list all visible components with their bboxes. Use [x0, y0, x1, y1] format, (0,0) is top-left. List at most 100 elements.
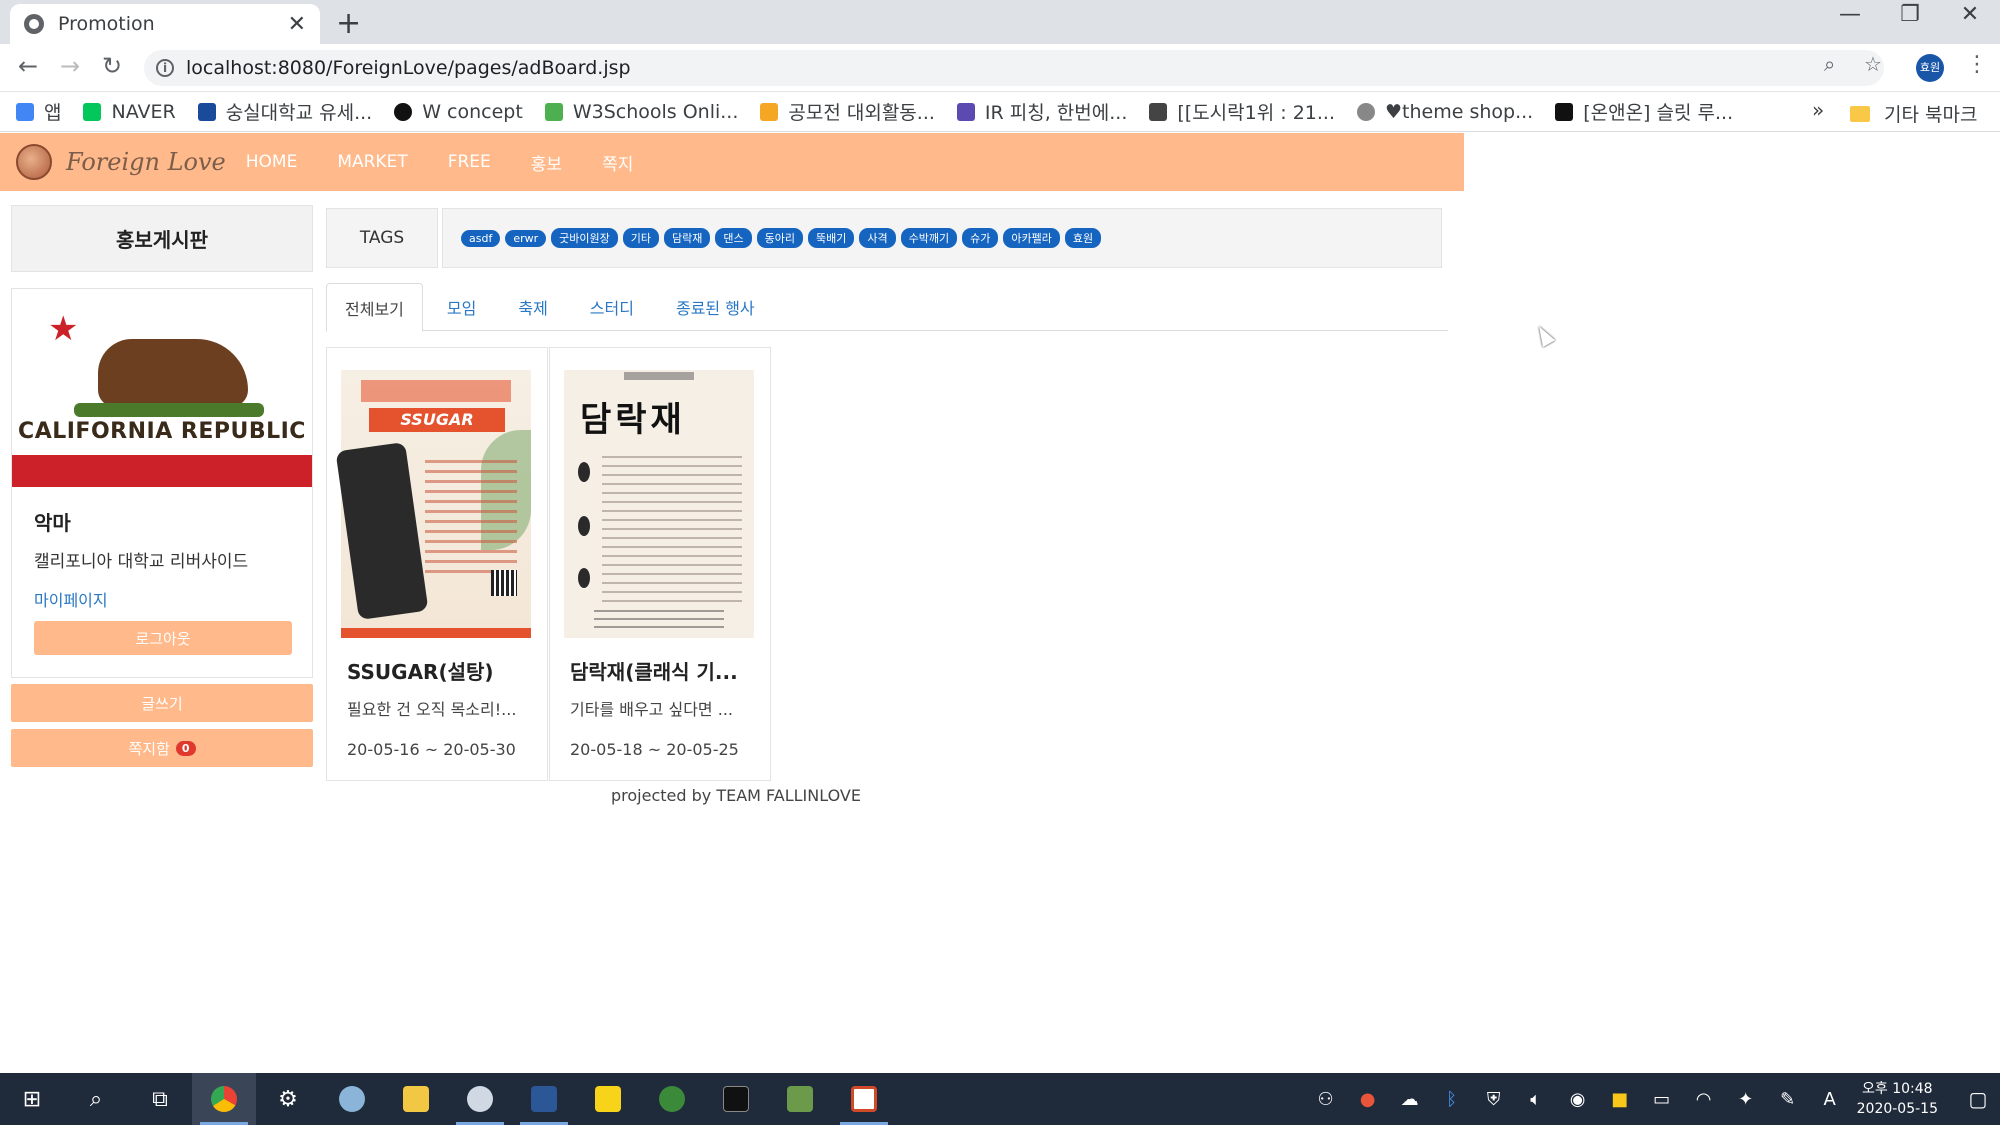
- system-tray: ⚇ ● ☁ ᛒ ⛨ 🔈︎ ◉ ■ ▭ ◠ ✦ ✎ A 오후 10:48 2020…: [1305, 1073, 2000, 1125]
- disc-app-icon: [467, 1086, 493, 1112]
- taskbar-powerpoint[interactable]: [832, 1073, 896, 1125]
- task-view-button[interactable]: ⧉: [128, 1073, 192, 1125]
- taskbar-word[interactable]: [512, 1073, 576, 1125]
- record-icon[interactable]: ●: [1347, 1089, 1389, 1110]
- battery-icon[interactable]: ▭: [1641, 1089, 1683, 1110]
- write-button[interactable]: 글쓰기: [11, 684, 313, 722]
- bookmark-onandon[interactable]: [온앤온] 슬릿 루...: [1555, 98, 1733, 125]
- post-card[interactable]: 담락재 담락재(클래식 기... 기타를 배우고 싶다면 ... 20-05-1…: [549, 347, 771, 781]
- taskbar-settings[interactable]: ⚙: [256, 1073, 320, 1125]
- folder-icon: [1850, 105, 1870, 122]
- taskbar-explorer[interactable]: [384, 1073, 448, 1125]
- bookmark-apps[interactable]: 앱: [16, 98, 61, 125]
- tag-item[interactable]: 담락재: [664, 228, 711, 248]
- post-card[interactable]: SSUGAR SSUGAR(설탕) 필요한 건 오직 목소리!... 20-05…: [326, 347, 548, 781]
- chat-icon[interactable]: ■: [1599, 1089, 1641, 1110]
- bookmark-theme-shop[interactable]: ♥theme shop...: [1357, 101, 1533, 123]
- notification-icon[interactable]: ▢: [1956, 1087, 2000, 1111]
- start-button[interactable]: ⊞: [0, 1073, 64, 1125]
- bluetooth-icon[interactable]: ᛒ: [1431, 1089, 1473, 1110]
- bookmark-contest[interactable]: 공모전 대외활동...: [760, 98, 935, 125]
- back-icon[interactable]: ←: [12, 52, 44, 80]
- browser-tab-bar: Promotion ✕ + — ❐ ✕: [0, 0, 2000, 44]
- taskbar-app-bird[interactable]: [320, 1073, 384, 1125]
- tag-item[interactable]: 동아리: [756, 228, 803, 248]
- new-tab-icon[interactable]: +: [336, 6, 361, 41]
- tab-all[interactable]: 전체보기: [326, 283, 423, 332]
- nav-messages[interactable]: 쪽지: [602, 150, 633, 175]
- tag-item[interactable]: 효원: [1064, 228, 1102, 248]
- tab-meeting[interactable]: 모임: [429, 283, 494, 331]
- bookmark-dosirak[interactable]: [[도시락1위 : 21...: [1149, 98, 1335, 125]
- tag-item[interactable]: asdf: [461, 229, 501, 247]
- post-poster[interactable]: 담락재: [564, 370, 754, 638]
- tag-item[interactable]: 댄스: [715, 228, 752, 248]
- ime-indicator[interactable]: A: [1809, 1089, 1851, 1110]
- forward-icon[interactable]: →: [54, 52, 86, 80]
- close-tab-icon[interactable]: ✕: [288, 12, 306, 37]
- mypage-link[interactable]: 마이페이지: [34, 587, 108, 611]
- info-tray-icon[interactable]: ◉: [1557, 1089, 1599, 1110]
- network-app-icon[interactable]: ✦: [1725, 1089, 1767, 1110]
- globe-logo-icon[interactable]: [16, 144, 52, 180]
- nav-free[interactable]: FREE: [448, 152, 491, 172]
- shield-icon[interactable]: ⛨: [1473, 1089, 1515, 1110]
- nav-promotion[interactable]: 홍보: [531, 150, 562, 175]
- bookmark-w3schools[interactable]: W3Schools Onli...: [544, 101, 738, 123]
- tag-item[interactable]: 아카펠라: [1003, 228, 1060, 248]
- bookmark-ssu[interactable]: 숭실대학교 유세...: [197, 98, 373, 125]
- logout-button[interactable]: 로그아웃: [34, 621, 292, 655]
- tag-item[interactable]: 기타: [622, 228, 659, 248]
- system-clock[interactable]: 오후 10:48 2020-05-15: [1857, 1079, 1938, 1119]
- zoom-icon[interactable]: ⌕: [1824, 52, 1835, 76]
- tag-item[interactable]: 굿바이원장: [551, 228, 618, 248]
- taskbar-sticky-notes[interactable]: [576, 1073, 640, 1125]
- message-box-button[interactable]: 쪽지함 0: [11, 729, 313, 767]
- reload-icon[interactable]: ↻: [96, 52, 128, 80]
- taskbar-image-app[interactable]: [768, 1073, 832, 1125]
- taskbar-app-disc[interactable]: [448, 1073, 512, 1125]
- tag-item[interactable]: erwr: [505, 229, 547, 247]
- tag-item[interactable]: 수박깨기: [900, 228, 958, 248]
- tag-item[interactable]: 뚝배기: [808, 228, 855, 248]
- tag-item[interactable]: 슈가: [962, 228, 999, 248]
- wifi-icon[interactable]: ◠: [1683, 1089, 1725, 1110]
- tag-item[interactable]: 사격: [859, 228, 896, 248]
- bookmark-wconcept[interactable]: W concept: [394, 101, 523, 123]
- browser-tab[interactable]: Promotion ✕: [10, 4, 320, 44]
- tab-festival[interactable]: 축제: [500, 283, 565, 331]
- volume-icon[interactable]: 🔈︎: [1515, 1089, 1557, 1110]
- message-count-badge: 0: [175, 740, 196, 756]
- minimize-icon[interactable]: —: [1820, 2, 1880, 27]
- taskbar-terminal[interactable]: [704, 1073, 768, 1125]
- tab-study[interactable]: 스터디: [572, 283, 652, 331]
- taskbar-chrome[interactable]: [192, 1073, 256, 1125]
- taskbar-hs-app[interactable]: [640, 1073, 704, 1125]
- more-bookmarks-icon[interactable]: »: [1812, 98, 1824, 122]
- chrome-icon: [211, 1086, 237, 1112]
- grass-decoration: [74, 403, 264, 417]
- other-bookmarks-folder[interactable]: 기타 북마크: [1850, 100, 1977, 127]
- nav-home[interactable]: HOME: [246, 152, 298, 172]
- nav-market[interactable]: MARKET: [337, 152, 407, 172]
- pen-icon[interactable]: ✎: [1767, 1089, 1809, 1110]
- post-poster[interactable]: SSUGAR: [335, 370, 531, 638]
- close-window-icon[interactable]: ✕: [1940, 2, 2000, 27]
- bookmark-naver[interactable]: NAVER: [83, 101, 176, 123]
- tab-ended-events[interactable]: 종료된 행사: [658, 283, 773, 331]
- guitar-icon: [578, 462, 590, 482]
- restore-icon[interactable]: ❐: [1880, 2, 1940, 27]
- people-icon[interactable]: ⚇: [1305, 1089, 1347, 1110]
- bookmark-label: 숭실대학교 유세...: [225, 102, 373, 124]
- menu-icon[interactable]: ⋮: [1966, 52, 1988, 77]
- bookmark-ir[interactable]: IR 피칭, 한번에...: [956, 98, 1127, 125]
- bookmark-star-icon[interactable]: ☆: [1864, 52, 1882, 76]
- cloud-icon[interactable]: ☁: [1389, 1089, 1431, 1110]
- profile-avatar[interactable]: 효원: [1916, 54, 1944, 82]
- info-icon[interactable]: i: [156, 59, 174, 77]
- post-title[interactable]: 담락재(클래식 기...: [570, 656, 760, 685]
- address-bar[interactable]: i localhost:8080/ForeignLove/pages/adBoa…: [144, 50, 1884, 86]
- site-logo[interactable]: Foreign Love: [66, 148, 226, 176]
- search-button[interactable]: ⌕: [64, 1073, 128, 1125]
- post-title[interactable]: SSUGAR(설탕): [347, 656, 537, 685]
